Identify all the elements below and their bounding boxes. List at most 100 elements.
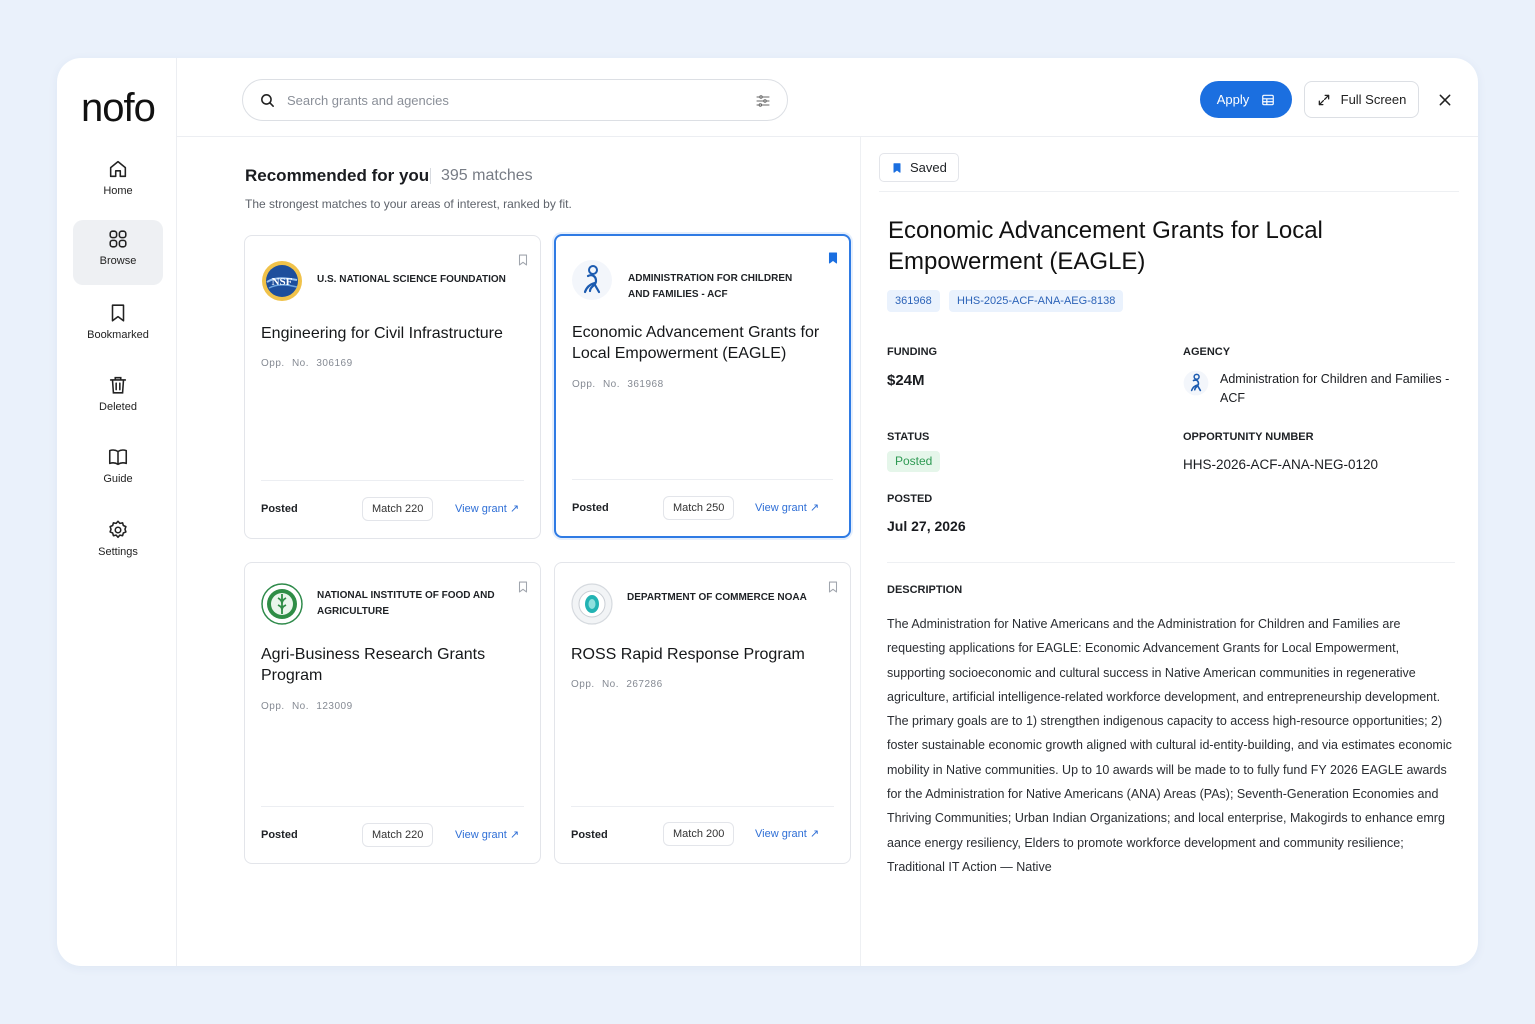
bookmark-filled-icon xyxy=(893,162,901,173)
agency-value: Administration for Children and Families… xyxy=(1220,372,1450,405)
card-divider xyxy=(261,806,524,807)
posted-date: Jul 27, 2026 xyxy=(887,518,966,534)
trash-icon xyxy=(109,376,127,394)
grant-title[interactable]: ROSS Rapid Response Program xyxy=(571,644,833,665)
svg-text:NSF: NSF xyxy=(272,276,293,288)
agency-name: U.S. NATIONAL SCIENCE FOUNDATION xyxy=(317,274,506,285)
grid-icon xyxy=(109,230,127,248)
apply-button[interactable]: Apply xyxy=(1200,81,1292,118)
agency-name: DEPARTMENT OF COMMERCE NOAA xyxy=(627,592,807,603)
opportunity-number-label: OPPORTUNITY NUMBER xyxy=(1183,431,1314,443)
search-icon xyxy=(261,94,274,107)
sidebar-item-bookmarked[interactable]: Bookmarked xyxy=(73,294,163,358)
title-divider xyxy=(430,168,431,184)
home-icon xyxy=(109,160,127,178)
card-divider xyxy=(571,806,834,807)
acf-logo-icon xyxy=(572,260,612,300)
opp-number: Opp. No. 306169 xyxy=(261,358,353,369)
grant-title[interactable]: Agri-Business Research Grants Program xyxy=(261,644,506,686)
sidebar-item-label: Home xyxy=(103,185,133,197)
grant-card[interactable]: NATIONAL INSTITUTE OF FOOD AND AGRICULTU… xyxy=(244,562,541,864)
opp-value: 361968 xyxy=(627,379,664,390)
search-input[interactable] xyxy=(287,90,727,110)
sidebar-item-label: Bookmarked xyxy=(87,329,149,341)
app-logo[interactable]: nofo xyxy=(81,86,156,131)
funding-value: $24M xyxy=(887,372,925,389)
grant-card[interactable]: DEPARTMENT OF COMMERCE NOAA ROSS Rapid R… xyxy=(554,562,851,864)
grant-title[interactable]: Economic Advancement Grants for Local Em… xyxy=(572,322,822,364)
divider xyxy=(879,191,1459,192)
opp-number: Opp. No. 361968 xyxy=(572,379,664,390)
opportunity-number-value: HHS-2026-ACF-ANA-NEG-0120 xyxy=(1183,457,1379,472)
apply-label: Apply xyxy=(1216,92,1250,107)
opp-number: Opp. No. 267286 xyxy=(571,679,663,690)
funding-label: FUNDING xyxy=(887,346,938,358)
sidebar-item-browse[interactable]: Browse xyxy=(73,220,163,285)
filter-icon[interactable] xyxy=(755,93,771,109)
top-bar: Apply Full Screen xyxy=(177,58,1478,137)
view-grant-link[interactable]: View grant ↗ xyxy=(455,502,519,515)
posted-label: POSTED xyxy=(887,493,933,505)
opp-value: 306169 xyxy=(316,358,353,369)
agency-name: NATIONAL INSTITUTE OF FOOD AND AGRICULTU… xyxy=(317,590,495,617)
match-badge: Match 200 xyxy=(663,822,735,846)
form-icon xyxy=(1262,94,1275,105)
sidebar: nofo Home Browse Bookmarked Deleted Guid… xyxy=(57,58,177,966)
status-text: Posted xyxy=(572,502,609,514)
acf-logo-icon xyxy=(1183,370,1209,396)
opp-code-chip[interactable]: HHS-2025-ACF-ANA-AEG-8138 xyxy=(949,290,1124,312)
grant-detail-panel: Saved Economic Advancement Grants for Lo… xyxy=(860,137,1478,966)
saved-button[interactable]: Saved xyxy=(879,153,959,182)
opp-label: Opp. No. xyxy=(261,701,310,712)
card-divider xyxy=(572,479,833,480)
opp-id-chip[interactable]: 361968 xyxy=(887,290,940,312)
app-window: nofo Home Browse Bookmarked Deleted Guid… xyxy=(57,58,1478,966)
grant-card-selected[interactable]: ADMINISTRATION FOR CHILDREN AND FAMILIES… xyxy=(554,234,851,538)
status-badge: Posted xyxy=(887,451,941,472)
match-badge: Match 220 xyxy=(362,497,434,521)
bookmark-icon[interactable] xyxy=(516,252,530,268)
book-icon xyxy=(108,449,128,466)
search-bar[interactable] xyxy=(242,79,788,121)
nifa-logo-icon xyxy=(261,583,303,625)
view-grant-link[interactable]: View grant ↗ xyxy=(755,501,819,514)
view-grant-link[interactable]: View grant ↗ xyxy=(755,827,819,840)
bookmark-icon[interactable] xyxy=(826,579,840,595)
sidebar-item-home[interactable]: Home xyxy=(73,150,163,214)
grant-card[interactable]: NSF U.S. NATIONAL SCIENCE FOUNDATION Eng… xyxy=(244,235,541,539)
gear-icon xyxy=(109,520,127,539)
bookmark-filled-icon[interactable] xyxy=(826,250,840,266)
sidebar-item-label: Browse xyxy=(99,255,137,267)
sidebar-item-settings[interactable]: Settings xyxy=(73,511,163,575)
sidebar-item-deleted[interactable]: Deleted xyxy=(73,366,163,430)
opp-label: Opp. No. xyxy=(571,679,620,690)
opp-number: Opp. No. 123009 xyxy=(261,701,353,712)
match-count: 395 matches xyxy=(441,167,533,184)
view-grant-link[interactable]: View grant ↗ xyxy=(455,828,519,841)
close-icon xyxy=(1439,94,1451,106)
description-label: DESCRIPTION xyxy=(887,584,963,596)
grant-title[interactable]: Engineering for Civil Infrastructure xyxy=(261,323,523,344)
bookmark-icon[interactable] xyxy=(516,579,530,595)
saved-label: Saved xyxy=(910,160,947,175)
full-screen-button[interactable]: Full Screen xyxy=(1304,81,1419,118)
match-badge: Match 250 xyxy=(663,496,735,520)
agency-label: AGENCY xyxy=(1183,346,1231,358)
description-text: The Administration for Native Americans … xyxy=(887,617,1452,874)
noaa-logo-icon xyxy=(571,583,613,625)
sidebar-item-label: Guide xyxy=(103,473,133,485)
opp-label: Opp. No. xyxy=(572,379,621,390)
status-text: Posted xyxy=(261,503,298,515)
sidebar-item-guide[interactable]: Guide xyxy=(73,438,163,502)
sidebar-item-label: Deleted xyxy=(99,401,137,413)
arrow-up-right-icon: ↗ xyxy=(809,828,820,840)
arrow-up-right-icon: ↗ xyxy=(809,502,820,514)
full-screen-label: Full Screen xyxy=(1340,92,1407,107)
nsf-logo-icon: NSF xyxy=(262,261,302,301)
opp-value: 267286 xyxy=(626,679,663,690)
match-badge: Match 220 xyxy=(362,823,434,847)
arrow-up-right-icon: ↗ xyxy=(509,503,520,515)
card-divider xyxy=(261,480,524,481)
opp-value: 123009 xyxy=(316,701,353,712)
close-button[interactable] xyxy=(1429,84,1461,116)
